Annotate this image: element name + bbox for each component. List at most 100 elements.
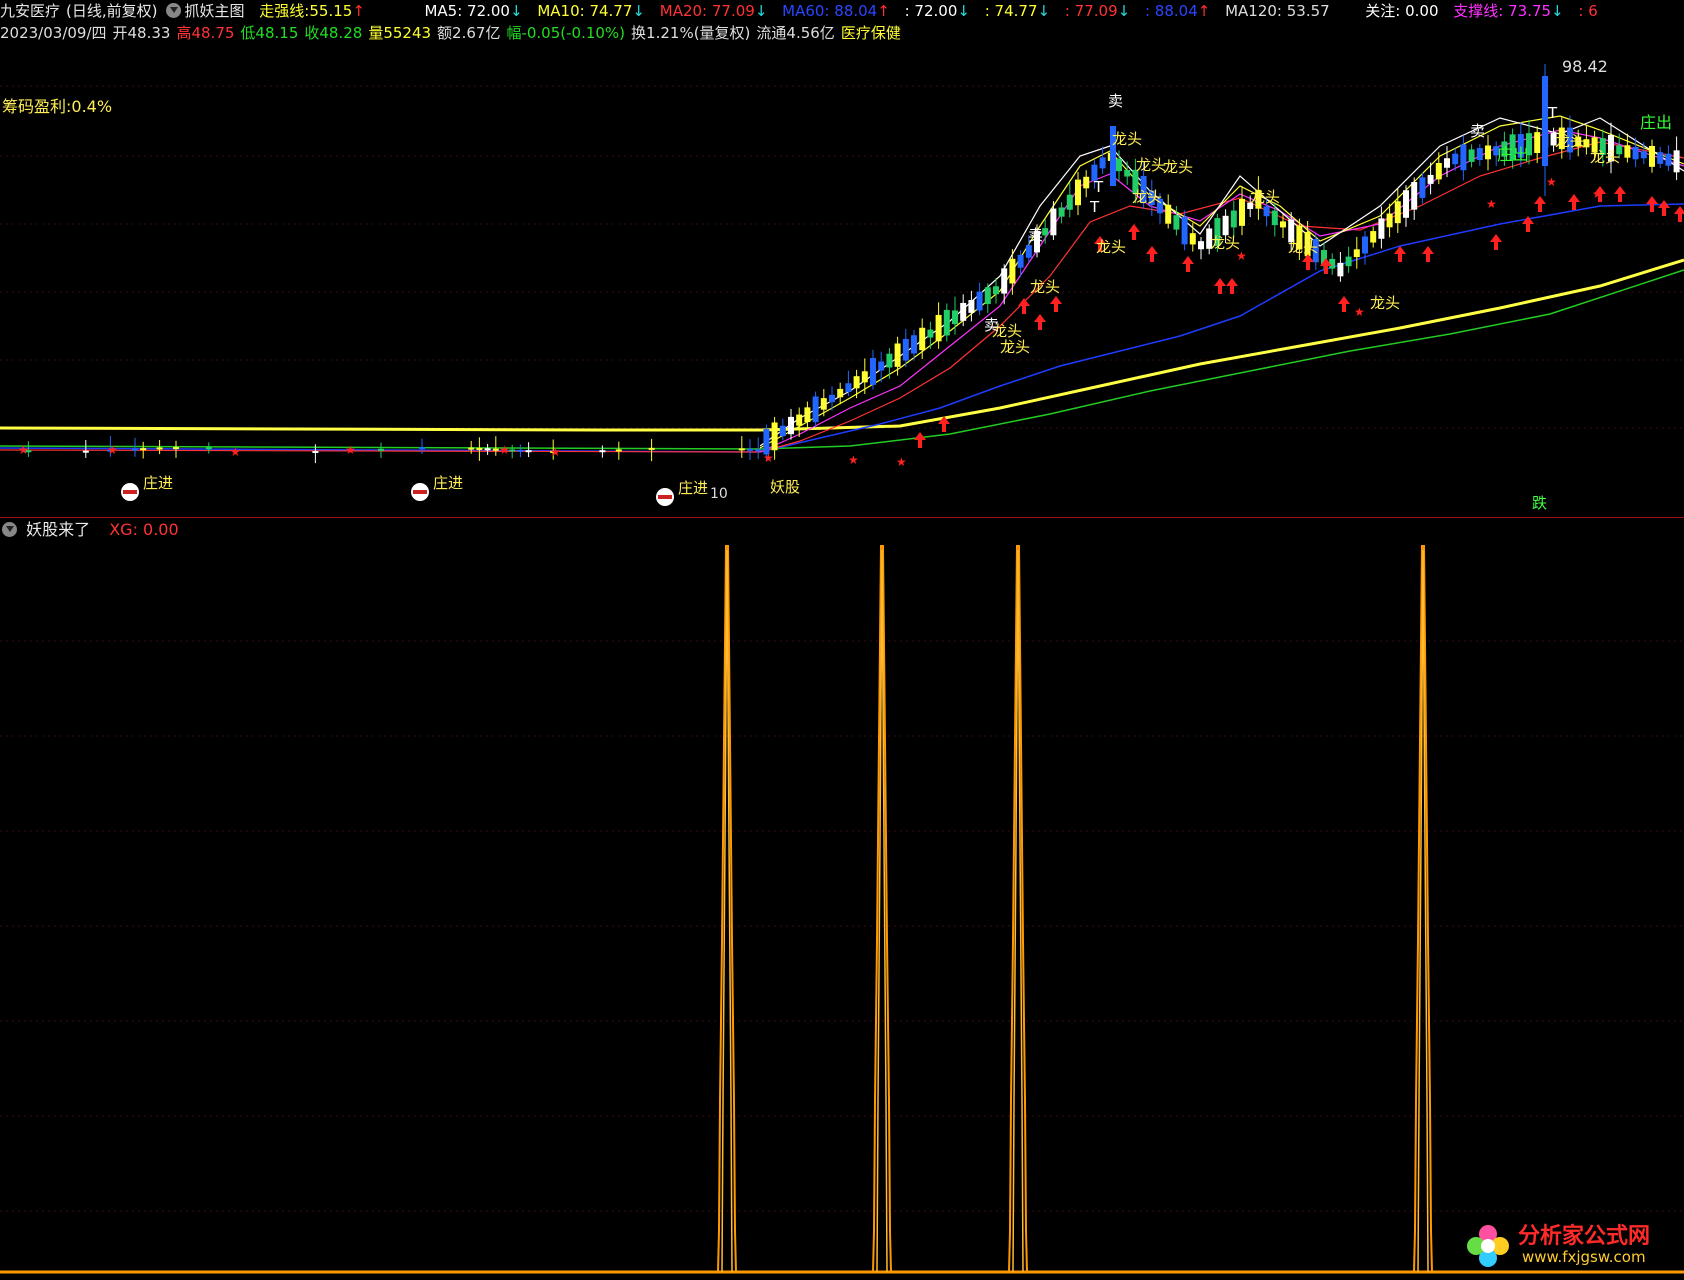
star-icon: ★ [1546,175,1557,189]
candle-body [205,447,212,450]
arrow-down-icon: ↓ [1037,2,1051,20]
star-icon: ★ [763,451,774,465]
candle-body [1640,151,1647,159]
arrow-up-icon [1422,246,1434,262]
arrow-up-icon [1614,186,1626,202]
arrow-up-icon [1394,246,1406,262]
candle-body [1017,254,1024,268]
star-icon: ★ [550,445,561,459]
candle-body [738,448,745,451]
candle-body [1099,157,1106,169]
candle-body [894,343,901,367]
quote-amount: 额2.67亿 [437,24,501,42]
dragon-label: 龙头 [1210,234,1240,252]
candle-body [1476,148,1483,161]
candle-body [1337,262,1344,277]
candle-body [919,327,926,351]
moving-averages [0,115,1684,453]
candle-body [1403,190,1409,218]
signal-spike-inner [1417,549,1429,1273]
candle-body [1025,245,1032,258]
candle-body [911,335,917,354]
candle-body [943,309,950,336]
sub-chart[interactable] [0,541,1684,1280]
stock-name[interactable]: 九安医疗 [0,0,60,22]
candle-body [779,425,786,437]
star-icon: ★ [1486,197,1497,211]
candle-body [820,398,827,410]
arrow-down-icon: ↓ [957,2,970,20]
candle-body [1427,174,1434,184]
chevron-down-icon[interactable] [2,522,17,537]
low-marker-label: 10 [710,486,728,502]
candle-body [968,300,975,313]
candle-body [878,361,885,371]
candle-body [952,310,958,325]
quote-turnover: 换1.21%(量复权) [631,24,751,42]
arrow-up-icon: ↑ [877,2,890,20]
arrow-up-icon [1018,298,1030,314]
quote-low: 低48.15 [240,24,299,42]
candle-body [870,358,876,385]
period-label[interactable]: (日线,前复权) [66,0,157,22]
t-label: T [1089,198,1100,216]
star-icon: ★ [848,453,859,467]
watermark-cn: 分析家公式网 [1518,1224,1651,1249]
yaogu-label: 妖股 [770,478,800,496]
candlesticks [25,64,1680,464]
indicator-header: 九安医疗 (日线,前复权) 抓妖主图 走强线:55.15↑ MA5: 72.00↓ … [0,0,1684,22]
candle-body [771,422,778,451]
grid-lines [0,85,1684,429]
candle-body [132,448,138,451]
candle-body [1444,158,1450,168]
arrow-up-icon [1302,254,1314,270]
candle-body [1271,210,1278,226]
arrow-down-icon: ↓ [1551,2,1564,20]
candle-body [1632,146,1639,160]
candle-body [993,286,999,295]
zhuangjin-marker-1: 庄进 [121,474,173,501]
candle-body [829,394,835,403]
candle-body [173,447,179,450]
star-icon: ★ [499,443,510,457]
chevron-down-icon[interactable] [165,3,181,18]
zhuangjin-marker-3: 庄进 [656,479,708,506]
candle-body [82,450,89,453]
candle-body [1468,149,1475,162]
dragon-label: 龙头 [1288,238,1318,256]
support-value: 支撑线: 73.75 [1453,2,1552,20]
indicator-name[interactable]: 抓妖主图 [185,0,245,22]
chip-profit-label: 筹码盈利:0.4% [2,97,112,116]
candle-body [837,388,844,398]
peak-price-label: 98.42 [1562,57,1608,76]
candle-body [525,450,532,453]
candle-body [1198,241,1204,250]
dragon-label: 龙头 [1250,188,1280,206]
dragon-label: 龙头 [1030,278,1060,296]
arrow-up-icon [1534,196,1546,212]
main-chart[interactable]: ★ ★ ★ ★ ★ ★ ★ ★ ★★★★★★龙头龙头龙头龙头龙头龙头龙头龙头龙头龙头龙头龙头龙头… [0,46,1684,516]
dragon-label: 龙头 [1096,238,1126,256]
t-label: T [1547,104,1558,122]
sub-indicator-title[interactable]: 妖股来了 [26,520,90,539]
quote-change: 幅-0.05(-0.10%) [506,24,626,42]
quote-high: 高48.75 [176,24,235,42]
candle-body [984,287,991,305]
candle-body [1485,145,1491,160]
zhuangjin-label: 庄进 [433,474,463,492]
zhuangjin-label: 庄进 [678,479,708,497]
arrow-up-icon [914,432,926,448]
candle-body [140,448,147,451]
quote-open: 开48.33 [112,24,171,42]
dragon-label: 龙头 [1112,130,1142,148]
candle-body [1345,256,1352,267]
candle-body [1066,194,1073,210]
star-icon: ★ [345,443,356,457]
arrow-up-icon: ↑ [352,2,365,20]
sell-label: 卖 [1108,92,1123,110]
zhuangjin-marker-2: 庄进 [411,474,463,501]
quote-float-cap: 流通4.56亿 [756,24,835,42]
candle-body [1435,163,1442,180]
arrow-up-icon [1658,200,1670,216]
xg-value: XG: 0.00 [109,520,179,539]
